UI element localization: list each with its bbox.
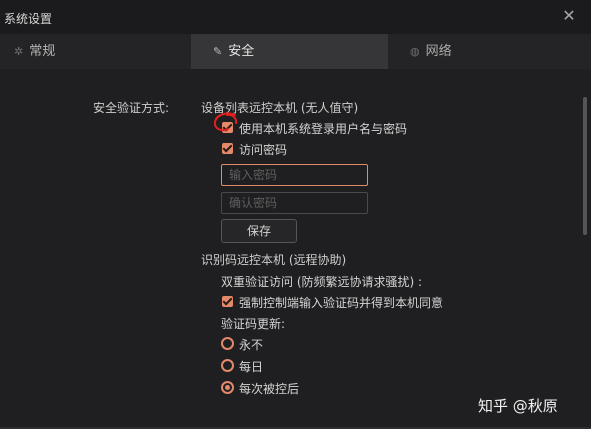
close-icon[interactable]: ✕ (561, 8, 577, 24)
scrollbar-thumb[interactable] (583, 97, 587, 235)
id-code-header: 识别码远控本机 (远程协助) (201, 253, 347, 267)
title-bar: 系统设置 ✕ (0, 0, 591, 34)
access-password-label: 访问密码 (239, 143, 288, 157)
use-system-login-checkbox[interactable] (222, 122, 233, 133)
radio-never[interactable] (221, 337, 234, 350)
access-password-checkbox[interactable] (222, 143, 233, 154)
tab-general-label: 常规 (29, 44, 56, 59)
password-input[interactable] (221, 164, 368, 186)
tab-network-label: 网络 (425, 44, 452, 59)
two-factor-label: 双重验证访问 (防频繁远协请求骚扰) : (221, 275, 423, 289)
window-title: 系统设置 (4, 12, 53, 26)
radio-daily[interactable] (221, 359, 234, 372)
use-system-login-label: 使用本机系统登录用户名与密码 (239, 122, 408, 136)
radio-never-label: 永不 (239, 338, 264, 352)
shield-icon: ✎ (213, 45, 223, 58)
force-verify-label: 强制控制端输入验证码并得到本机同意 (239, 296, 444, 310)
radio-every-control-label: 每次被控后 (239, 382, 300, 396)
tab-general[interactable]: ✲ 常规 (0, 34, 191, 69)
tab-security[interactable]: ✎ 安全 (191, 34, 388, 69)
force-verify-checkbox[interactable] (222, 296, 233, 307)
device-list-header: 设备列表远控本机 (无人值守) (201, 101, 359, 115)
watermark: 知乎 @秋原 (478, 397, 558, 415)
verify-method-label: 安全验证方式: (93, 101, 170, 115)
tab-bar: ✲ 常规 ✎ 安全 ◍ 网络 (0, 34, 591, 69)
save-button[interactable]: 保存 (221, 219, 297, 243)
radio-daily-label: 每日 (239, 360, 264, 374)
confirm-password-input[interactable] (221, 192, 368, 214)
tab-network[interactable]: ◍ 网络 (388, 34, 591, 69)
globe-icon: ◍ (410, 45, 420, 58)
tab-security-label: 安全 (228, 44, 255, 59)
gear-icon: ✲ (14, 45, 24, 58)
radio-every-control[interactable] (221, 381, 234, 394)
code-update-label: 验证码更新: (221, 317, 286, 331)
